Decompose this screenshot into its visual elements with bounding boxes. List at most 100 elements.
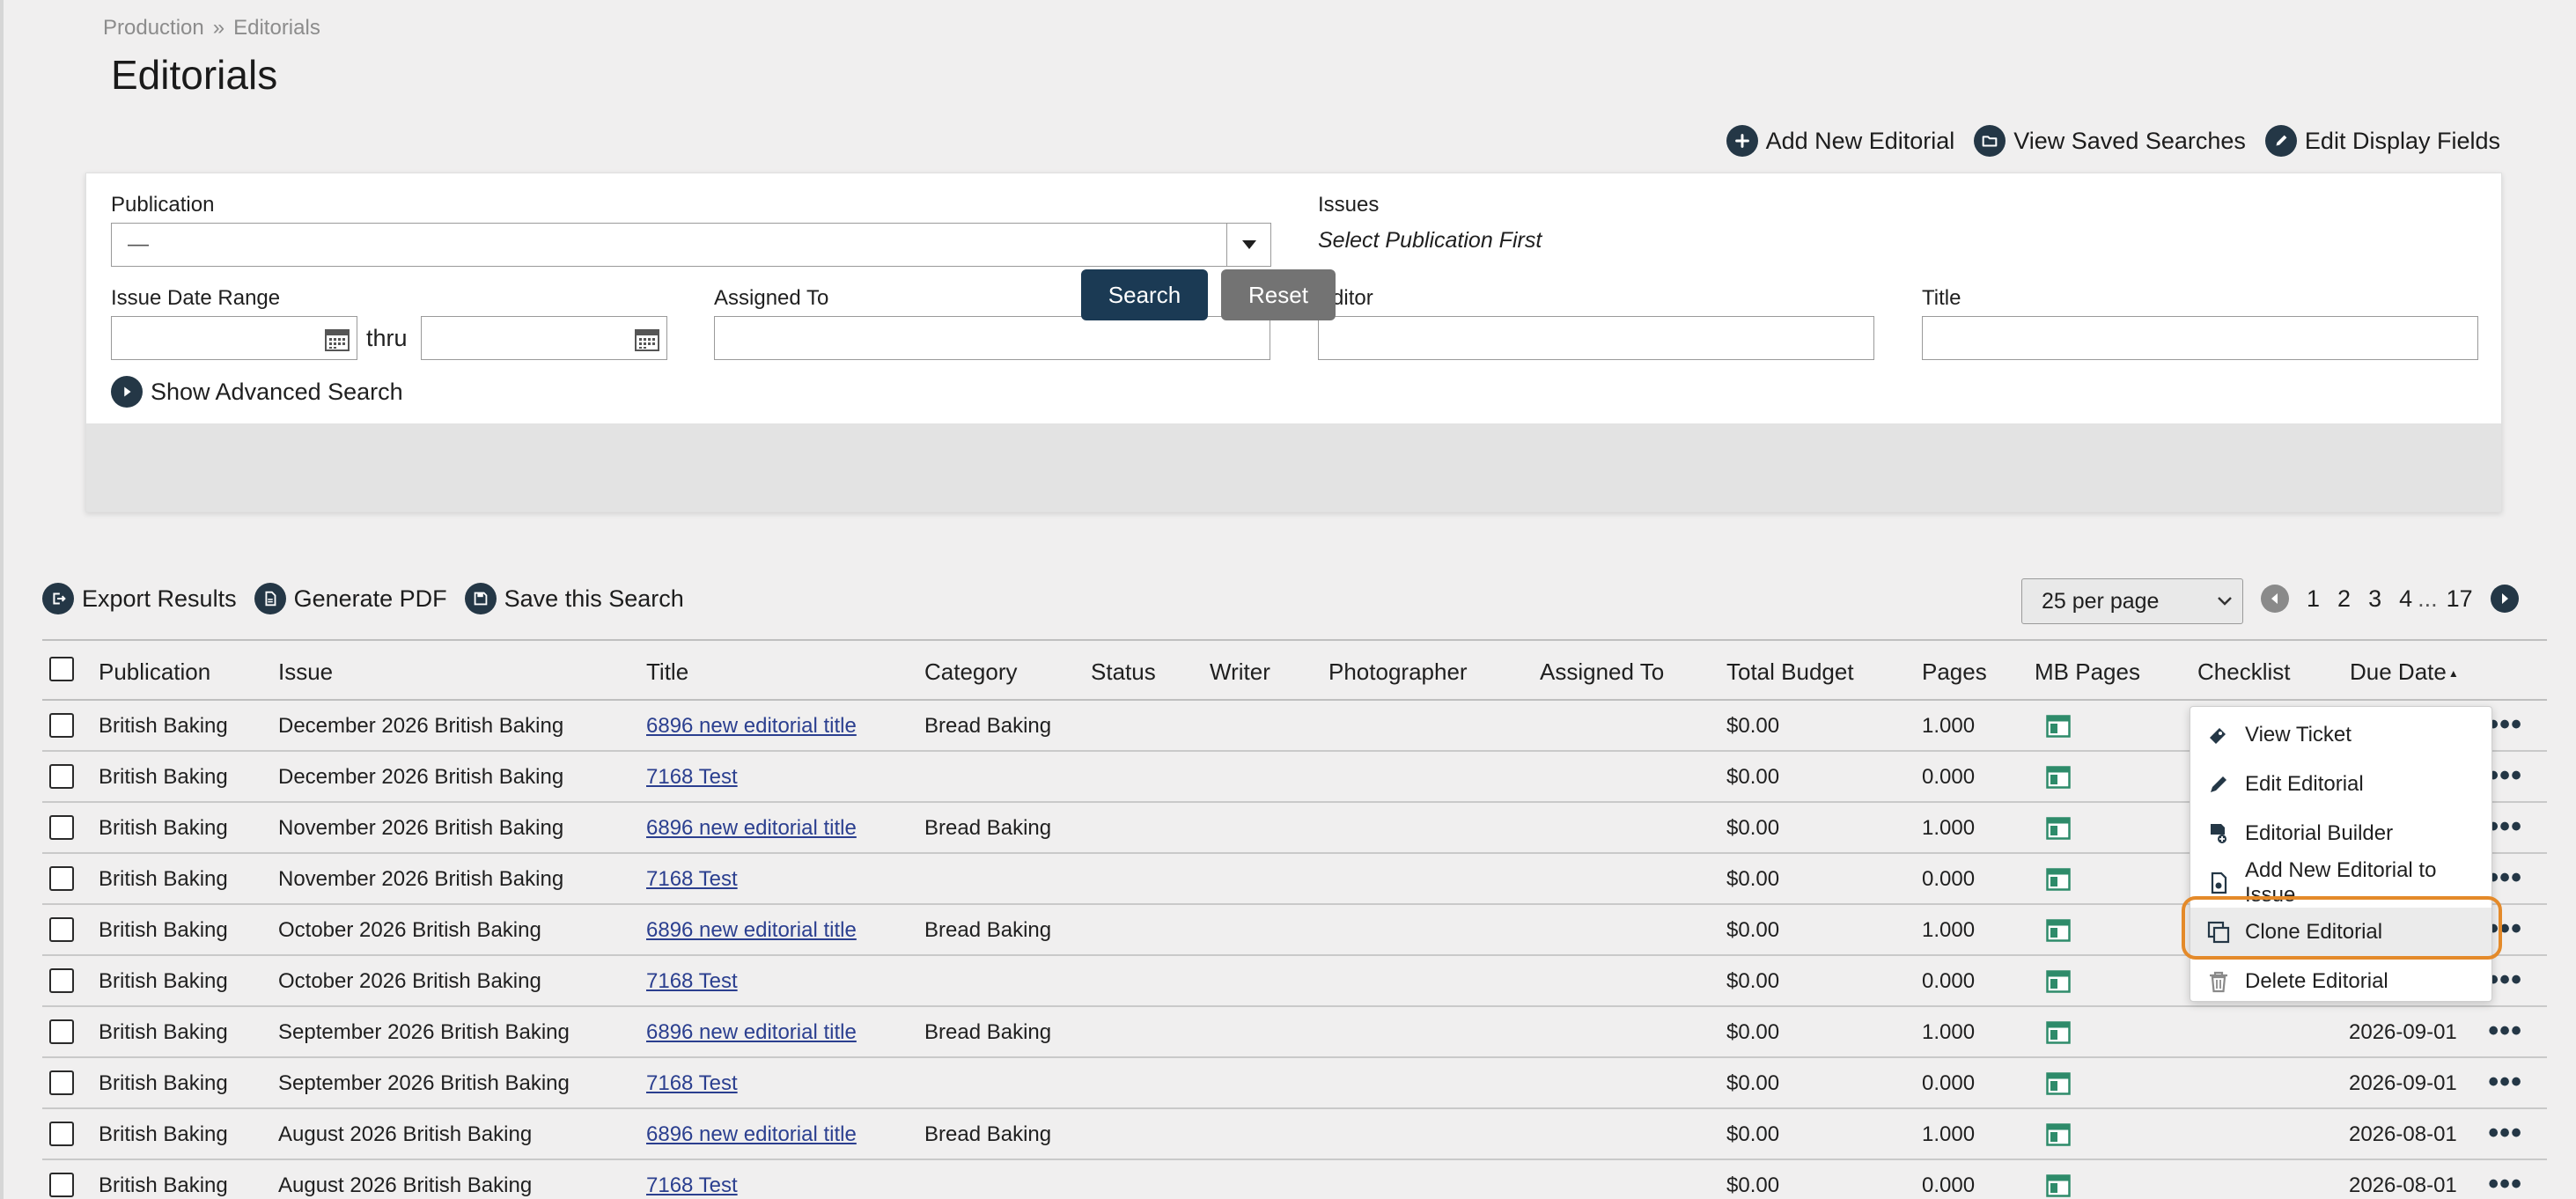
calendar-icon[interactable] — [633, 325, 661, 357]
cell-title[interactable]: 7168 Test — [646, 969, 738, 994]
reset-button[interactable]: Reset — [1221, 269, 1336, 320]
menu-item-delete-editorial-label: Delete Editorial — [2245, 969, 2388, 993]
column-title[interactable]: Title — [646, 658, 688, 686]
column-due-date[interactable]: Due Date ▲ — [2350, 658, 2459, 686]
page-layout-icon[interactable] — [2046, 1123, 2071, 1151]
menu-item-edit-editorial[interactable]: Edit Editorial — [2190, 760, 2491, 809]
cell-title[interactable]: 7168 Test — [646, 867, 738, 892]
row-actions-ellipsis-icon[interactable]: ••• — [2488, 1067, 2522, 1097]
page-layout-icon[interactable] — [2046, 766, 2071, 793]
generate-pdf-button[interactable]: Generate PDF — [254, 583, 447, 614]
show-advanced-search-toggle[interactable]: Show Advanced Search — [111, 376, 403, 408]
cell-title[interactable]: 6896 new editorial title — [646, 816, 857, 841]
page-layout-icon[interactable] — [2046, 970, 2071, 997]
search-panel: Publication — Issues Select Publication … — [85, 173, 2502, 512]
table-row: British Baking August 2026 British Baking… — [42, 1109, 2547, 1160]
row-checkbox[interactable] — [49, 917, 74, 942]
page-2-link[interactable]: 2 — [2337, 585, 2351, 613]
menu-item-delete-editorial[interactable]: Delete Editorial — [2190, 957, 2491, 1006]
cell-title[interactable]: 6896 new editorial title — [646, 714, 857, 739]
row-checkbox[interactable] — [49, 866, 74, 891]
row-actions-ellipsis-icon[interactable]: ••• — [2488, 761, 2522, 791]
cell-total-budget: $0.00 — [1726, 1071, 1780, 1095]
row-actions-ellipsis-icon[interactable]: ••• — [2488, 914, 2522, 944]
cell-title[interactable]: 7168 Test — [646, 1071, 738, 1096]
page-layout-icon[interactable] — [2046, 868, 2071, 895]
cell-total-budget: $0.00 — [1726, 1122, 1780, 1146]
row-actions-ellipsis-icon[interactable]: ••• — [2488, 863, 2522, 893]
cell-due-date: 2026-09-01 — [2349, 1020, 2457, 1044]
column-status[interactable]: Status — [1091, 658, 1156, 686]
column-mb-pages[interactable]: MB Pages — [2035, 658, 2140, 686]
row-actions-ellipsis-icon[interactable]: ••• — [2488, 965, 2522, 995]
row-checkbox[interactable] — [49, 1070, 74, 1095]
column-photographer[interactable]: Photographer — [1328, 658, 1468, 686]
row-actions-ellipsis-icon[interactable]: ••• — [2488, 1016, 2522, 1046]
save-this-search-button[interactable]: Save this Search — [464, 583, 684, 614]
column-category[interactable]: Category — [924, 658, 1018, 686]
menu-item-add-new-editorial-to-issue[interactable]: Add New Editorial to Issue — [2190, 858, 2491, 908]
row-checkbox[interactable] — [49, 1122, 74, 1146]
cell-title[interactable]: 6896 new editorial title — [646, 1122, 857, 1147]
page-layout-icon[interactable] — [2046, 1072, 2071, 1100]
cell-title[interactable]: 6896 new editorial title — [646, 918, 857, 943]
calendar-icon[interactable] — [323, 325, 351, 357]
cell-pages: 0.000 — [1922, 1173, 1976, 1197]
add-new-editorial-button[interactable]: Add New Editorial — [1726, 125, 1955, 157]
column-issue[interactable]: Issue — [278, 658, 333, 686]
column-checklist[interactable]: Checklist — [2197, 658, 2290, 686]
row-checkbox[interactable] — [49, 1019, 74, 1044]
breadcrumb-production[interactable]: Production — [103, 16, 204, 40]
row-actions-ellipsis-icon[interactable]: ••• — [2488, 1118, 2522, 1148]
chevron-down-icon[interactable] — [1226, 224, 1270, 266]
column-publication[interactable]: Publication — [99, 658, 210, 686]
cell-title[interactable]: 7168 Test — [646, 1173, 738, 1198]
previous-page-icon[interactable] — [2261, 585, 2289, 613]
save-this-search-label: Save this Search — [504, 585, 684, 612]
menu-item-editorial-builder[interactable]: Editorial Builder — [2190, 809, 2491, 858]
column-total-budget[interactable]: Total Budget — [1726, 658, 1854, 686]
editor-input[interactable] — [1318, 316, 1874, 360]
column-assigned-to[interactable]: Assigned To — [1540, 658, 1664, 686]
row-checkbox[interactable] — [49, 713, 74, 738]
menu-item-clone-editorial[interactable]: Clone Editorial — [2190, 908, 2491, 957]
row-checkbox[interactable] — [49, 1173, 74, 1197]
column-pages[interactable]: Pages — [1922, 658, 1987, 686]
edit-display-fields-button[interactable]: Edit Display Fields — [2264, 125, 2500, 157]
next-page-icon[interactable] — [2490, 585, 2519, 613]
table-row: British Baking August 2026 British Baking… — [42, 1160, 2547, 1199]
page-4-link[interactable]: 4 — [2399, 585, 2412, 613]
search-button[interactable]: Search — [1081, 269, 1208, 320]
assigned-to-input[interactable] — [714, 316, 1270, 360]
chevron-down-icon — [2218, 597, 2232, 606]
left-edge-rule — [0, 0, 4, 1199]
publication-select[interactable]: — — [111, 223, 1271, 267]
export-results-button[interactable]: Export Results — [42, 583, 237, 614]
view-saved-searches-button[interactable]: View Saved Searches — [1974, 125, 2246, 157]
issue-date-to-input[interactable] — [421, 316, 667, 360]
page-1-link[interactable]: 1 — [2307, 585, 2320, 613]
page-layout-icon[interactable] — [2046, 1021, 2071, 1048]
page-17-link[interactable]: 17 — [2447, 585, 2473, 613]
cell-title[interactable]: 7168 Test — [646, 765, 738, 790]
cell-title[interactable]: 6896 new editorial title — [646, 1020, 857, 1045]
row-checkbox[interactable] — [49, 815, 74, 840]
title-input[interactable] — [1922, 316, 2478, 360]
row-actions-ellipsis-icon[interactable]: ••• — [2488, 710, 2522, 739]
row-checkbox[interactable] — [49, 968, 74, 993]
per-page-select[interactable]: 25 per page — [2021, 578, 2243, 624]
row-checkbox[interactable] — [49, 764, 74, 789]
page-layout-icon[interactable] — [2046, 919, 2071, 946]
page-layout-icon[interactable] — [2046, 1174, 2071, 1199]
row-actions-ellipsis-icon[interactable]: ••• — [2488, 1169, 2522, 1199]
column-writer[interactable]: Writer — [1210, 658, 1270, 686]
page-layout-icon[interactable] — [2046, 817, 2071, 844]
page-layout-icon[interactable] — [2046, 715, 2071, 742]
select-all-checkbox[interactable] — [49, 657, 74, 681]
page-3-link[interactable]: 3 — [2368, 585, 2381, 613]
issue-date-from-input[interactable] — [111, 316, 357, 360]
row-actions-ellipsis-icon[interactable]: ••• — [2488, 812, 2522, 842]
menu-item-view-ticket[interactable]: View Ticket — [2190, 710, 2491, 760]
add-new-editorial-label: Add New Editorial — [1765, 127, 1955, 154]
cell-total-budget: $0.00 — [1726, 867, 1780, 891]
